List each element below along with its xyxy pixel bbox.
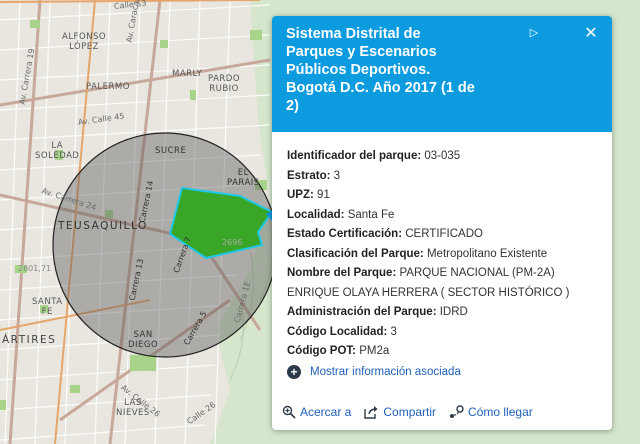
popup-actions: Acercar a Compartir Cómo llegar	[282, 405, 546, 419]
attr-row-estado: Estado Certificación: CERTIFICADO	[287, 228, 483, 240]
directions-icon	[450, 405, 464, 418]
directions-button[interactable]: Cómo llegar	[449, 405, 533, 419]
attr-row-nombre: Nombre del Parque: PARQUE NACIONAL (PM-2…	[287, 267, 555, 279]
label-pardo-rubio: PARDO RUBIO	[208, 74, 241, 94]
contour-2601: 2601,71	[18, 264, 52, 273]
share-icon	[364, 406, 378, 419]
popup-title: Sistema Distrital de Parques y Escenario…	[286, 26, 475, 114]
attr-row-codigo-localidad: Código Localidad: 3	[287, 325, 397, 338]
show-related-info-link[interactable]: + Mostrar información asociada	[287, 365, 461, 379]
popup-attributes: Identificador del parque: 03-035 Estrato…	[287, 147, 602, 362]
info-popup: Sistema Distrital de Parques y Escenario…	[272, 16, 612, 430]
attr-row-clasificacion: Clasificación del Parque: Metropolitano …	[287, 247, 548, 260]
contour-2675: 2675	[242, 264, 263, 273]
show-related-info-label: Mostrar información asociada	[310, 366, 461, 378]
label-san-diego: SAN DIEGO	[128, 330, 159, 350]
zoom-to-label: Acercar a	[300, 405, 352, 419]
label-el-paraiso: EL PARAIS	[227, 168, 260, 188]
attr-row-estrato: Estrato: 3	[287, 169, 341, 182]
popup-header: Sistema Distrital de Parques y Escenario…	[272, 16, 612, 132]
label-sucre: SUCRE	[155, 146, 187, 156]
directions-label: Cómo llegar	[468, 405, 533, 419]
attr-row-id: Identificador del parque: 03-035	[287, 150, 461, 162]
share-label: Compartir	[383, 405, 437, 419]
share-button[interactable]: Compartir	[364, 405, 436, 419]
attr-row-codigo-pot: Código POT: PM2a	[287, 345, 390, 357]
zoom-to-button[interactable]: Acercar a	[282, 405, 351, 419]
label-santa-fe: SANTA FE	[32, 297, 63, 317]
label-palermo: PALERMO	[86, 82, 130, 92]
plus-circle-icon: +	[287, 365, 301, 379]
next-feature-button[interactable]: ▷	[526, 25, 542, 41]
attr-row-administracion: Administración del Parque: IDRD	[287, 306, 468, 318]
label-marly: MARLY	[172, 69, 203, 79]
label-martires: ÁRTIRES	[2, 334, 57, 346]
attr-row-localidad: Localidad: Santa Fe	[287, 208, 395, 221]
zoom-in-icon	[282, 405, 296, 419]
label-teusaquillo: TEUSAQUILLO	[58, 220, 148, 232]
contour-2696: 2696	[222, 238, 243, 247]
label-alfonso-lopez: ALFONSO LÓPEZ	[62, 32, 107, 52]
close-popup-button[interactable]: ✕	[582, 25, 600, 43]
attr-row-upz: UPZ: 91	[287, 189, 330, 201]
attr-row-nombre-cont: ENRIQUE OLAYA HERRERA ( SECTOR HISTÓRICO…	[287, 286, 570, 299]
label-la-soledad: LA SOLEDAD	[35, 141, 80, 161]
